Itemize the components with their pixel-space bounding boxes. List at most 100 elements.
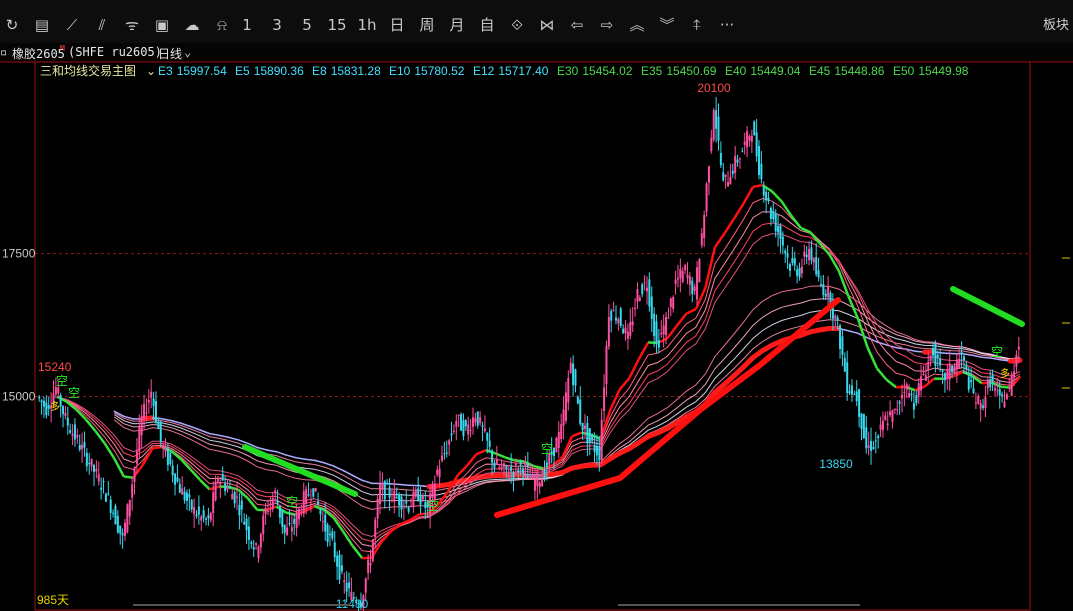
candle-body — [371, 539, 374, 561]
candle-body — [381, 483, 384, 490]
chevron-down-icon[interactable]: ︾ — [655, 14, 679, 36]
candle-body — [443, 453, 446, 455]
arrow-right-icon[interactable]: ⇨ — [595, 14, 619, 36]
candle-body — [476, 411, 479, 426]
candle-body — [307, 494, 310, 496]
candle-body — [193, 507, 196, 515]
candle-body — [920, 376, 923, 391]
refresh-icon[interactable]: ↻ — [0, 14, 24, 36]
candle-body — [195, 514, 198, 517]
zoom-in-icon[interactable]: ⟐ — [505, 14, 529, 36]
candle-body — [827, 286, 830, 298]
chevron-up-icon[interactable]: ︽ — [625, 14, 649, 36]
candle-body — [657, 340, 660, 348]
candle-body — [531, 474, 534, 479]
candle-body — [748, 136, 751, 141]
candle-body — [855, 391, 858, 402]
symbol-name[interactable]: 橡胶2605 — [12, 45, 65, 62]
candle-body — [686, 274, 689, 279]
candle-body — [152, 398, 155, 406]
image-icon[interactable]: ▣ — [150, 14, 174, 36]
candle-body — [989, 379, 992, 388]
candle-body — [665, 317, 668, 336]
period-dropdown[interactable]: 日线 — [158, 45, 182, 62]
candle-body — [779, 225, 782, 239]
chevron-down-icon[interactable]: ⌄ — [184, 45, 191, 59]
candle-body — [264, 507, 267, 515]
period-7[interactable]: 月 — [445, 14, 469, 36]
candle-body — [607, 317, 610, 347]
candlestick-chart[interactable]: 1500017500空空空空空空多多2010011430138501524098… — [0, 0, 1073, 611]
candle-body — [777, 225, 780, 233]
short-trend-segment-23 — [246, 497, 259, 511]
candle-body — [522, 469, 525, 474]
period-2[interactable]: 5 — [295, 14, 319, 36]
short-trend-segment-30 — [314, 505, 325, 511]
candle-body — [414, 490, 417, 497]
candle-body — [884, 415, 887, 421]
zoom-out-icon[interactable]: ⋈ — [535, 14, 559, 36]
ma-label: E12 — [473, 64, 495, 78]
short-trend-segment-7 — [94, 430, 106, 445]
candle-body — [448, 440, 451, 445]
table-icon[interactable]: ▤ — [30, 14, 54, 36]
short-signal-label: 空 — [68, 386, 80, 400]
candle-body — [734, 156, 737, 174]
ma-value: 15449.04 — [750, 64, 800, 78]
period-0[interactable]: 1 — [235, 14, 259, 36]
candle-body — [934, 344, 937, 367]
candle-body — [135, 450, 138, 464]
candle-body — [116, 515, 119, 533]
ma-legend-e5: E5 15890.36 — [235, 64, 304, 78]
short-signal-label: 空 — [56, 374, 68, 388]
candle-body — [171, 465, 174, 476]
candle-body — [715, 110, 718, 129]
candle-body — [140, 415, 143, 436]
rabbit-icon[interactable]: ᯤ — [120, 14, 144, 36]
arrow-left-icon[interactable]: ⇦ — [565, 14, 589, 36]
block-button[interactable]: 板块 — [1043, 14, 1069, 33]
period-3[interactable]: 15 — [325, 14, 349, 36]
candle-body — [374, 519, 377, 538]
candle-body — [38, 396, 41, 399]
period-6[interactable]: 周 — [415, 14, 439, 36]
candle-body — [510, 466, 513, 472]
candle-body — [274, 490, 277, 494]
line-chart-icon[interactable]: ⟋ — [60, 14, 84, 36]
split-icon[interactable]: ⍏ — [685, 14, 709, 36]
more-icon[interactable]: ··· — [715, 14, 739, 36]
candle-body — [1010, 374, 1013, 396]
candle-body — [600, 419, 603, 460]
period-4[interactable]: 1h — [355, 14, 379, 36]
candle-body — [214, 481, 217, 501]
candle-body — [886, 423, 889, 426]
list-icon[interactable]: ▫ — [0, 45, 7, 59]
cloud-icon[interactable]: ☁ — [180, 14, 204, 36]
candle-body — [133, 467, 136, 482]
candle-body — [343, 580, 346, 583]
candle-body — [843, 357, 846, 372]
period-1[interactable]: 3 — [265, 14, 289, 36]
candle-body — [293, 518, 296, 524]
candle-body — [808, 248, 811, 261]
candle-body — [85, 452, 88, 467]
short-signal-label: 空 — [427, 499, 439, 513]
alarm-icon[interactable]: ⍾ — [210, 14, 234, 36]
period-5[interactable]: 日 — [385, 14, 409, 36]
short-trend-segment-74 — [732, 203, 745, 220]
kline-icon[interactable]: ⫽ — [90, 14, 114, 36]
candle-body — [598, 446, 601, 461]
candle-body — [834, 315, 837, 319]
ma-legend-e12: E12 15717.40 — [473, 64, 549, 78]
ma-value: 15450.69 — [666, 64, 716, 78]
candle-body — [543, 469, 546, 479]
indicator-name[interactable]: 三和均线交易主图 — [40, 63, 136, 78]
candle-body — [679, 269, 682, 279]
candle-body — [157, 421, 160, 429]
candle-body — [393, 490, 396, 502]
candle-body — [614, 317, 617, 321]
candle-body — [54, 387, 57, 395]
period-8[interactable]: 自 — [475, 14, 499, 36]
ma-label: E8 — [312, 64, 327, 78]
candle-body — [727, 182, 730, 187]
